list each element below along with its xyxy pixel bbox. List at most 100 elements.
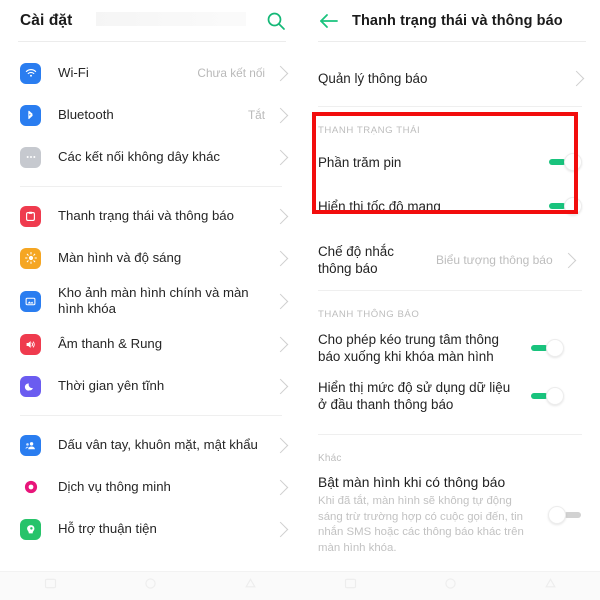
status-bar-notification-panel: Thanh trạng thái và thông báo Quản lý th…	[300, 0, 600, 600]
notification-manager-row[interactable]: Quản lý thông báo	[300, 56, 600, 100]
chevron-right-icon	[272, 208, 289, 224]
more-dots-icon	[20, 146, 41, 168]
sidebar-item-label: Kho ảnh màn hình chính và màn hình khóa	[58, 285, 249, 316]
toggle-knob	[548, 506, 566, 524]
search-icon[interactable]	[266, 11, 286, 31]
chevron-right-icon	[272, 521, 289, 537]
recents-nav-icon[interactable]	[43, 576, 58, 596]
toggle-track	[564, 512, 581, 518]
left-bottom-navbar	[0, 571, 300, 600]
sidebar-item-status-bar[interactable]: Thanh trạng thái và thông báo	[0, 195, 300, 237]
back-arrow-icon[interactable]	[318, 12, 338, 30]
notification-bar-section-title: THANH THÔNG BÁO	[318, 309, 420, 320]
sidebar-item-label: Thanh trạng thái và thông báo	[58, 208, 234, 223]
smart-service-icon	[20, 477, 41, 498]
sidebar-item-wifi[interactable]: Wi-Fi Chưa kết nối	[0, 52, 300, 94]
chevron-right-icon	[272, 336, 289, 352]
header-blur-area	[96, 12, 246, 26]
chevron-right-icon	[272, 378, 289, 394]
left-panel-header: Cài đặt	[0, 0, 300, 42]
sidebar-item-quiet-time[interactable]: Thời gian yên tĩnh	[0, 365, 300, 407]
back-nav-icon[interactable]	[243, 576, 258, 596]
sidebar-item-bluetooth[interactable]: Bluetooth Tắt	[0, 94, 300, 136]
sidebar-item-label: Hỗ trợ thuận tiện	[58, 521, 157, 536]
pull-notification-center-row[interactable]: Cho phép kéo trung tâm thông báo xuống k…	[300, 324, 600, 372]
page-title: Cài đặt	[20, 12, 73, 29]
settings-list-panel: Cài đặt Wi-Fi Chưa kết nối Bluetooth Tắt…	[0, 0, 300, 600]
wake-screen-toggle[interactable]	[548, 506, 582, 524]
detail-page-title: Thanh trạng thái và thông báo	[352, 13, 563, 29]
reminder-mode-value: Biểu tượng thông báo	[436, 253, 553, 267]
sidebar-item-biometrics[interactable]: Dấu vân tay, khuôn mặt, mật khẩu	[0, 424, 300, 466]
brightness-icon	[20, 247, 41, 269]
network-speed-row[interactable]: Hiển thị tốc độ mạng	[300, 184, 600, 228]
sidebar-item-label: Các kết nối không dây khác	[58, 149, 221, 164]
sidebar-item-label: Âm thanh & Rung	[58, 336, 163, 351]
pull-notification-center-toggle[interactable]	[530, 339, 564, 357]
toggle-knob	[564, 197, 582, 215]
chevron-right-icon	[272, 107, 289, 123]
group-divider	[20, 186, 282, 187]
fingerprint-face-icon	[20, 434, 41, 456]
network-speed-label: Hiển thị tốc độ mạng	[318, 198, 441, 214]
sidebar-item-sound[interactable]: Âm thanh & Rung	[0, 323, 300, 365]
data-usage-display-label: Hiển thị mức độ sử dụng dữ liệu ở đầu th…	[318, 380, 511, 412]
wake-screen-row[interactable]: Bật màn hình khi có thông báo Khi đã tắt…	[300, 468, 600, 562]
battery-percent-row[interactable]: Phần trăm pin	[300, 140, 600, 184]
reminder-mode-label: Chế độ nhắc thông báo	[318, 244, 394, 276]
chevron-right-icon	[272, 149, 289, 165]
toggle-knob	[546, 387, 564, 405]
wifi-icon	[20, 62, 41, 84]
home-nav-icon[interactable]	[443, 576, 458, 596]
sidebar-item-label: Bluetooth	[58, 107, 114, 122]
header-divider	[18, 41, 286, 42]
sidebar-item-value: Tắt	[247, 108, 265, 122]
toggle-knob	[564, 153, 582, 171]
group-divider	[20, 415, 282, 416]
battery-percent-toggle[interactable]	[548, 153, 582, 171]
recents-nav-icon[interactable]	[343, 576, 358, 596]
sidebar-item-label: Dịch vụ thông minh	[58, 479, 171, 494]
sidebar-item-wallpaper[interactable]: Kho ảnh màn hình chính và màn hình khóa	[0, 279, 300, 323]
chevron-right-icon	[272, 65, 289, 81]
back-nav-icon[interactable]	[543, 576, 558, 596]
header-divider	[318, 41, 586, 42]
toggle-knob	[546, 339, 564, 357]
battery-percent-label: Phần trăm pin	[318, 154, 402, 170]
sidebar-item-brightness[interactable]: Màn hình và độ sáng	[0, 237, 300, 279]
data-usage-display-row[interactable]: Hiển thị mức độ sử dụng dữ liệu ở đầu th…	[300, 372, 600, 420]
right-bottom-navbar	[300, 571, 600, 600]
section-divider	[318, 434, 582, 435]
network-speed-toggle[interactable]	[548, 197, 582, 215]
settings-group-connectivity: Wi-Fi Chưa kết nối Bluetooth Tắt Các kết…	[0, 52, 300, 178]
chevron-right-icon	[272, 437, 289, 453]
chevron-right-icon	[568, 70, 585, 86]
chevron-right-icon	[272, 250, 289, 266]
sidebar-item-smart-services[interactable]: Dịch vụ thông minh	[0, 466, 300, 508]
right-panel-header: Thanh trạng thái và thông báo	[300, 0, 600, 42]
section-divider	[318, 106, 582, 107]
chevron-right-icon	[272, 293, 289, 309]
sidebar-item-label: Thời gian yên tĩnh	[58, 378, 165, 393]
other-section-title: Khác	[318, 453, 342, 464]
sidebar-item-accessibility[interactable]: Hỗ trợ thuận tiện	[0, 508, 300, 550]
home-nav-icon[interactable]	[143, 576, 158, 596]
wallpaper-icon	[20, 290, 41, 312]
sidebar-item-other-wireless[interactable]: Các kết nối không dây khác	[0, 136, 300, 178]
status-bar-icon	[20, 205, 41, 227]
data-usage-display-toggle[interactable]	[530, 387, 564, 405]
chevron-right-icon	[560, 252, 576, 268]
status-bar-section-title: THANH TRẠNG THÁI	[318, 125, 421, 136]
settings-group-display: Thanh trạng thái và thông báo Màn hình v…	[0, 195, 300, 407]
section-divider	[318, 290, 582, 291]
pull-notification-center-label: Cho phép kéo trung tâm thông báo xuống k…	[318, 332, 499, 364]
reminder-mode-row[interactable]: Chế độ nhắc thông báo Biểu tượng thông b…	[300, 236, 600, 284]
sidebar-item-label: Màn hình và độ sáng	[58, 250, 182, 265]
wake-screen-label: Bật màn hình khi có thông báo	[318, 475, 506, 490]
sidebar-item-value: Chưa kết nối	[197, 66, 265, 80]
phone-settings-screenshot: Cài đặt Wi-Fi Chưa kết nối Bluetooth Tắt…	[0, 0, 600, 600]
moon-icon	[20, 375, 41, 397]
bluetooth-icon	[20, 104, 41, 126]
notification-manager-label: Quản lý thông báo	[318, 70, 428, 86]
chevron-right-icon	[272, 479, 289, 495]
